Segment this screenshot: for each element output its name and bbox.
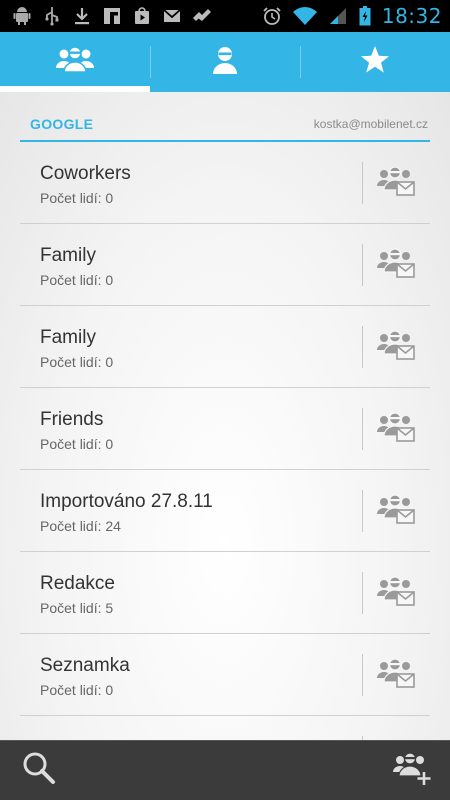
group-text: Friends Počet lidí: 0 <box>20 406 362 452</box>
email-group-button[interactable] <box>362 653 430 696</box>
group-row[interactable]: Family Počet lidí: 0 <box>20 306 430 388</box>
tab-groups[interactable] <box>0 32 150 92</box>
status-bar: 18:32 <box>0 0 450 32</box>
group-row[interactable]: Coworkers Počet lidí: 0 <box>20 142 430 224</box>
email-group-button[interactable] <box>362 325 430 368</box>
group-email-icon <box>377 164 415 201</box>
group-list: Coworkers Počet lidí: 0 Family Počet lid… <box>20 142 430 740</box>
group-member-count: Počet lidí: 0 <box>40 681 114 698</box>
gmail-icon <box>162 6 182 26</box>
group-name: Family <box>40 326 96 348</box>
add-group-button[interactable] <box>392 750 432 791</box>
clock: 18:32 <box>381 4 442 28</box>
group-text: Redakce Počet lidí: 5 <box>20 570 362 616</box>
wifi-icon <box>292 6 318 26</box>
tab-favorites[interactable] <box>300 32 450 92</box>
usb-icon <box>42 6 62 26</box>
account-email: kostka@mobilenet.cz <box>313 117 428 131</box>
group-text: Seznamka Počet lidí: 0 <box>20 652 362 698</box>
group-email-icon <box>377 246 415 283</box>
flipboard-icon <box>102 6 122 26</box>
group-member-count: Počet lidí: 0 <box>40 353 114 370</box>
group-name: Friends <box>40 408 104 430</box>
foursquare-icon <box>192 6 212 26</box>
download-icon <box>72 6 92 26</box>
person-icon <box>205 44 245 81</box>
notification-icons <box>12 6 212 26</box>
email-group-button[interactable] <box>362 489 430 532</box>
group-name: Family <box>40 244 96 266</box>
battery-icon <box>358 6 372 26</box>
email-group-button[interactable] <box>362 571 430 614</box>
groups-icon <box>55 44 95 81</box>
group-email-icon <box>377 656 415 693</box>
group-row[interactable]: Friends Počet lidí: 0 <box>20 388 430 470</box>
group-email-icon <box>377 328 415 365</box>
system-icons: 18:32 <box>262 4 442 28</box>
group-member-count: Počet lidí: 5 <box>40 599 114 616</box>
group-text: Family Počet lidí: 0 <box>20 324 362 370</box>
email-group-button[interactable] <box>362 407 430 450</box>
group-name: Importováno 27.8.11 <box>40 490 213 512</box>
alarm-icon <box>262 6 282 26</box>
account-type: GOOGLE <box>30 116 94 132</box>
search-button[interactable] <box>20 750 60 791</box>
group-member-count: Počet lidí: 0 <box>40 189 114 206</box>
group-row[interactable]: Seznamsoft <box>20 716 430 740</box>
group-row[interactable]: Seznamka Počet lidí: 0 <box>20 634 430 716</box>
group-email-icon <box>377 574 415 611</box>
group-name: Coworkers <box>40 162 131 184</box>
group-member-count: Počet lidí: 24 <box>40 517 121 534</box>
play-store-icon <box>132 6 152 26</box>
group-email-icon <box>377 410 415 447</box>
account-header: GOOGLE kostka@mobilenet.cz <box>20 108 430 142</box>
email-group-button[interactable] <box>362 243 430 286</box>
group-text: Family Počet lidí: 0 <box>20 242 362 288</box>
android-debug-icon <box>12 6 32 26</box>
group-text: Importováno 27.8.11 Počet lidí: 24 <box>20 488 362 534</box>
group-row[interactable]: Family Počet lidí: 0 <box>20 224 430 306</box>
signal-icon <box>328 6 348 26</box>
email-group-button[interactable] <box>362 161 430 204</box>
group-name: Redakce <box>40 572 115 594</box>
add-group-icon <box>392 750 432 791</box>
group-name: Seznamka <box>40 654 130 676</box>
group-email-icon <box>377 492 415 529</box>
group-text: Coworkers Počet lidí: 0 <box>20 160 362 206</box>
group-member-count: Počet lidí: 0 <box>40 435 114 452</box>
tab-contacts[interactable] <box>150 32 300 92</box>
group-row[interactable]: Redakce Počet lidí: 5 <box>20 552 430 634</box>
groups-content: GOOGLE kostka@mobilenet.cz Coworkers Poč… <box>0 92 450 740</box>
group-row[interactable]: Importováno 27.8.11 Počet lidí: 24 <box>20 470 430 552</box>
bottom-action-bar <box>0 740 450 800</box>
tab-bar <box>0 32 450 92</box>
star-icon <box>355 44 395 81</box>
group-member-count: Počet lidí: 0 <box>40 271 114 288</box>
search-icon <box>20 750 60 791</box>
